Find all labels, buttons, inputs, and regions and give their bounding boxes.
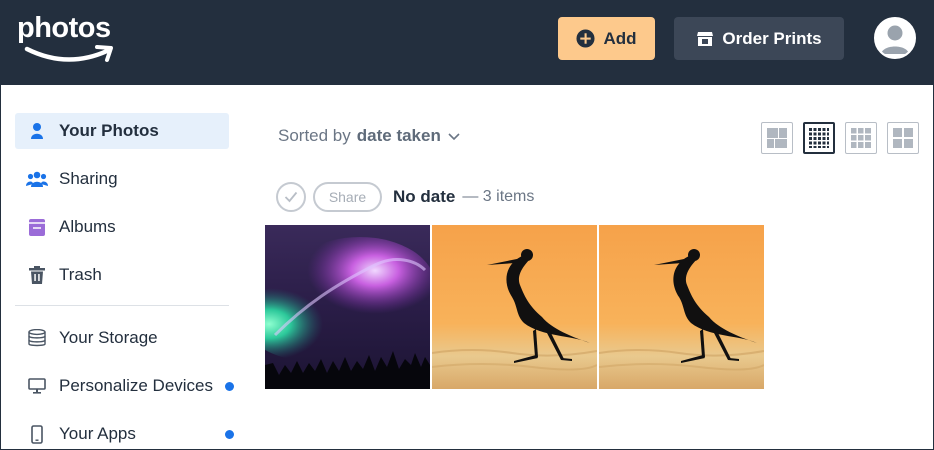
view-medium-grid-button[interactable]: [845, 122, 877, 154]
aurora-image: [265, 225, 430, 389]
chevron-down-icon: [448, 133, 460, 141]
order-prints-button[interactable]: Order Prints: [674, 17, 844, 60]
select-group-checkbox[interactable]: [276, 182, 306, 212]
sort-dropdown[interactable]: Sorted by date taken: [278, 126, 461, 146]
people-icon: [15, 171, 59, 187]
group-title: No date: [393, 187, 456, 206]
sidebar-divider: [15, 305, 229, 306]
grid-icon: [851, 128, 871, 148]
view-size-toggle: [761, 122, 919, 154]
sidebar: Your Photos Sharing Albums Trash Your St…: [15, 113, 234, 449]
group-item-count: — 3 items: [462, 188, 535, 205]
sidebar-item-your-photos[interactable]: Your Photos: [15, 113, 229, 149]
sidebar-item-personalize-devices[interactable]: Personalize Devices: [15, 368, 234, 404]
sidebar-item-label: Your Storage: [59, 328, 158, 347]
checkmark-icon: [284, 191, 298, 203]
dense-grid-icon: [809, 128, 829, 148]
user-avatar-icon: [876, 19, 914, 57]
sidebar-item-trash[interactable]: Trash: [15, 257, 229, 293]
order-prints-label: Order Prints: [722, 28, 822, 48]
mosaic-grid-icon: [767, 128, 787, 148]
add-button[interactable]: Add: [558, 17, 655, 60]
sidebar-item-label: Personalize Devices: [59, 376, 214, 395]
person-icon: [15, 122, 59, 140]
sidebar-item-your-storage[interactable]: Your Storage: [15, 320, 229, 356]
view-small-grid-button[interactable]: [803, 122, 835, 154]
album-icon: [15, 218, 59, 236]
logo-smile-icon: [24, 45, 113, 62]
sidebar-item-sharing[interactable]: Sharing: [15, 161, 229, 197]
photo-thumbnail-aurora[interactable]: [265, 225, 430, 389]
phone-icon: [15, 424, 59, 444]
amazon-photos-logo[interactable]: photos: [17, 13, 117, 69]
view-large-grid-button[interactable]: [887, 122, 919, 154]
logo-text: photos: [17, 12, 111, 44]
sidebar-item-label: Sharing: [59, 169, 118, 188]
share-group-button[interactable]: Share: [313, 182, 382, 212]
photo-thumbnail-heron[interactable]: [432, 225, 597, 389]
print-store-icon: [697, 31, 714, 46]
view-mosaic-button[interactable]: [761, 122, 793, 154]
trash-icon: [15, 266, 59, 284]
sidebar-item-albums[interactable]: Albums: [15, 209, 229, 245]
sort-value: date taken: [356, 126, 441, 145]
date-group-header: Share No date — 3 items: [276, 182, 534, 212]
monitor-icon: [15, 378, 59, 394]
database-icon: [15, 329, 59, 347]
sidebar-item-label: Your Photos: [59, 121, 159, 140]
add-button-label: Add: [603, 28, 637, 48]
sidebar-item-label: Albums: [59, 217, 116, 236]
profile-avatar[interactable]: [874, 17, 916, 59]
photo-grid: [265, 225, 764, 389]
large-grid-icon: [893, 128, 913, 148]
top-bar: photos Add Order Prints: [1, 1, 933, 85]
app-window: photos Add Order Prints Your Photos Shar…: [0, 0, 934, 450]
notification-dot: [225, 430, 234, 439]
notification-dot: [225, 382, 234, 391]
sidebar-item-label: Trash: [59, 265, 102, 284]
heron-image: [599, 225, 764, 389]
plus-circle-icon: [576, 29, 595, 48]
heron-image: [432, 225, 597, 389]
sort-prefix: Sorted by: [278, 126, 351, 145]
sidebar-item-your-apps[interactable]: Your Apps: [15, 416, 234, 449]
photo-thumbnail-heron[interactable]: [599, 225, 764, 389]
sidebar-item-label: Your Apps: [59, 424, 136, 443]
